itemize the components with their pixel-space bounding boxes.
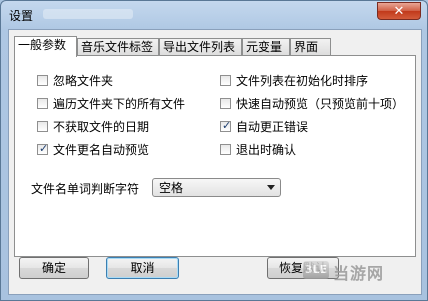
watermark-text: 当游网 bbox=[333, 264, 385, 283]
confirm-exit-label: 退出时确认 bbox=[236, 143, 297, 157]
ok-button[interactable]: 确定 bbox=[19, 257, 89, 279]
word-separator-value: 空格 bbox=[159, 181, 184, 195]
general-panel: 忽略文件夹 遍历文件夹下的所有文件 不获取文件的日期 ✓ 文件更名自动预览 文件… bbox=[14, 55, 416, 257]
word-separator-select[interactable]: 空格 bbox=[152, 178, 281, 197]
settings-window: 设置 ✕ 一般参数 音乐文件标签 导出文件列表 元变量 界面 忽略文件夹 遍历文… bbox=[0, 0, 428, 301]
watermark-logo: 3LE bbox=[303, 261, 329, 279]
auto-correct-label: 自动更正错误 bbox=[236, 120, 309, 134]
confirm-exit-checkbox[interactable] bbox=[220, 144, 231, 155]
dialog-body: 一般参数 音乐文件标签 导出文件列表 元变量 界面 忽略文件夹 遍历文件夹下的所… bbox=[8, 29, 422, 295]
ignore-folder-checkbox[interactable] bbox=[37, 75, 48, 86]
title-bar[interactable]: 设置 ✕ bbox=[1, 1, 427, 29]
sort-on-init-label: 文件列表在初始化时排序 bbox=[236, 74, 369, 88]
site-watermark: 3LE 当游网 bbox=[303, 259, 421, 283]
traverse-subfolders-checkbox[interactable] bbox=[37, 98, 48, 109]
no-file-date-checkbox[interactable] bbox=[37, 121, 48, 132]
tab-meta-variables[interactable]: 元变量 bbox=[242, 38, 290, 56]
auto-correct-checkbox[interactable]: ✓ bbox=[220, 119, 232, 132]
traverse-subfolders-label: 遍历文件夹下的所有文件 bbox=[53, 97, 186, 111]
tab-music-tags[interactable]: 音乐文件标签 bbox=[77, 38, 159, 56]
auto-preview-rename-label: 文件更名自动预览 bbox=[53, 143, 150, 157]
title-bar-blur bbox=[43, 9, 133, 19]
tab-export-list[interactable]: 导出文件列表 bbox=[159, 38, 242, 56]
window-title: 设置 bbox=[9, 9, 34, 23]
word-separator-label: 文件名单词判断字符 bbox=[31, 182, 140, 196]
chevron-down-icon[interactable] bbox=[267, 185, 275, 190]
auto-preview-rename-checkbox[interactable]: ✓ bbox=[37, 142, 49, 155]
no-file-date-label: 不获取文件的日期 bbox=[53, 120, 150, 134]
check-mark-icon: ✓ bbox=[222, 119, 232, 132]
ignore-folder-label: 忽略文件夹 bbox=[53, 74, 114, 88]
quick-preview-label: 快速自动预览（只预览前十项） bbox=[236, 97, 405, 111]
tab-interface[interactable]: 界面 bbox=[290, 38, 331, 56]
check-mark-icon: ✓ bbox=[39, 142, 49, 155]
tab-general[interactable]: 一般参数 bbox=[14, 36, 77, 57]
cancel-button[interactable]: 取消 bbox=[106, 257, 179, 279]
sort-on-init-checkbox[interactable] bbox=[220, 75, 231, 86]
close-button[interactable]: ✕ bbox=[377, 2, 421, 20]
quick-preview-checkbox[interactable] bbox=[220, 98, 231, 109]
